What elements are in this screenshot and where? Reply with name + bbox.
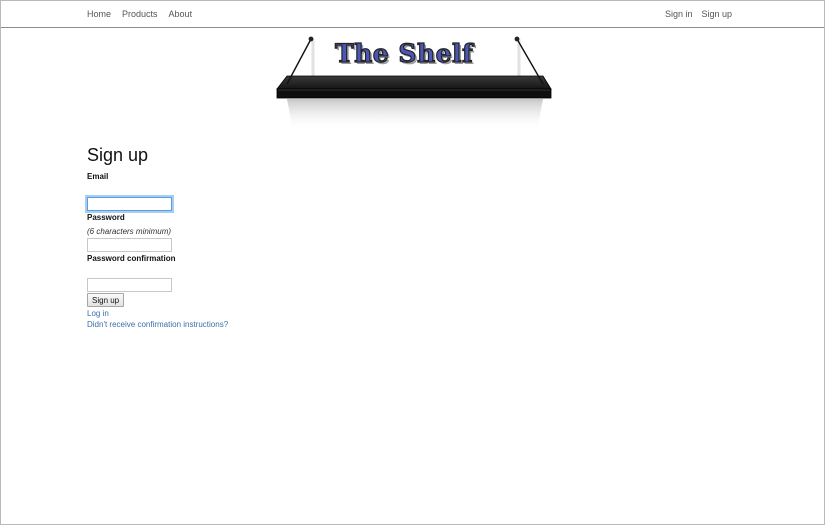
shelf-logo[interactable]: The Shelf	[275, 31, 555, 141]
sign-up-button[interactable]: Sign up	[87, 293, 125, 307]
page-title: Sign up	[87, 145, 149, 165]
logo-text: The Shelf	[334, 38, 474, 68]
password-field[interactable]	[87, 238, 172, 252]
password-confirmation-label: Password confirmation	[87, 254, 176, 263]
log-in-link[interactable]: Log in	[87, 309, 109, 318]
nav-left-group: Home Products About	[87, 1, 203, 27]
nav-products-link[interactable]: Products	[122, 9, 158, 19]
email-label: Email	[87, 172, 109, 181]
nav-right-group: Sign in Sign up	[656, 1, 732, 27]
password-confirmation-field[interactable]	[87, 278, 172, 292]
nav-home-link[interactable]: Home	[87, 9, 111, 19]
password-label: Password	[87, 213, 125, 222]
browser-viewport: Home Products About Sign in Sign up The …	[0, 0, 825, 525]
nav-about-link[interactable]: About	[169, 9, 193, 19]
nav-sign-up-link[interactable]: Sign up	[701, 9, 732, 19]
nav-sign-in-link[interactable]: Sign in	[665, 9, 693, 19]
top-navbar: Home Products About Sign in Sign up	[1, 1, 824, 28]
password-hint: (6 characters minimum)	[87, 227, 172, 236]
confirmation-instructions-link[interactable]: Didn't receive confirmation instructions…	[87, 320, 228, 329]
email-field[interactable]	[87, 197, 172, 211]
